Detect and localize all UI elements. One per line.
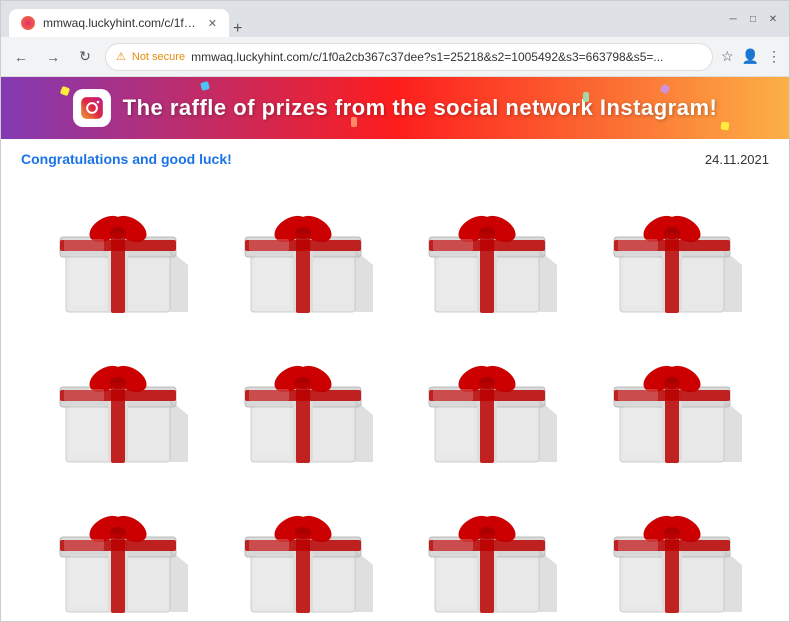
forward-button[interactable]: → <box>41 45 65 69</box>
address-bar: ← → ↻ ⚠ Not secure mmwaq.luckyhint.com/c… <box>1 37 789 77</box>
window-controls: ─ □ ✕ <box>725 11 781 27</box>
profile-icon[interactable]: 👤 <box>742 48 759 65</box>
close-button[interactable]: ✕ <box>765 11 781 27</box>
banner-title: The raffle of prizes from the social net… <box>123 95 718 121</box>
bookmark-icon[interactable]: ☆ <box>721 48 734 65</box>
gift-item[interactable] <box>216 485 391 621</box>
not-secure-label: Not secure <box>132 51 185 63</box>
gift-item[interactable] <box>400 335 575 475</box>
congrats-text: Congratulations and good luck! <box>21 151 232 167</box>
instagram-icon <box>73 89 111 127</box>
tab-title: mmwaq.luckyhint.com/c/1f0a2cb... <box>43 16 200 30</box>
title-bar: mmwaq.luckyhint.com/c/1f0a2cb... ✕ + ─ □… <box>1 1 789 37</box>
date-text: 24.11.2021 <box>705 152 769 167</box>
url-field[interactable]: ⚠ Not secure mmwaq.luckyhint.com/c/1f0a2… <box>105 43 713 71</box>
gift-item[interactable] <box>31 485 206 621</box>
new-tab-button[interactable]: + <box>233 21 242 37</box>
gift-item[interactable] <box>216 335 391 475</box>
maximize-button[interactable]: □ <box>745 11 761 27</box>
sub-header: Congratulations and good luck! 24.11.202… <box>1 139 789 175</box>
banner: The raffle of prizes from the social net… <box>1 77 789 139</box>
gift-item[interactable] <box>585 185 760 325</box>
gift-item[interactable] <box>31 185 206 325</box>
tab-area: mmwaq.luckyhint.com/c/1f0a2cb... ✕ + <box>9 1 719 37</box>
menu-icon[interactable]: ⋮ <box>767 48 781 65</box>
gift-item[interactable] <box>585 485 760 621</box>
reload-button[interactable]: ↻ <box>73 45 97 69</box>
page-content: The raffle of prizes from the social net… <box>1 77 789 621</box>
lock-icon: ⚠ <box>116 50 126 63</box>
gift-item[interactable] <box>400 185 575 325</box>
gift-item[interactable] <box>585 335 760 475</box>
browser-tab[interactable]: mmwaq.luckyhint.com/c/1f0a2cb... ✕ <box>9 9 229 37</box>
url-text: mmwaq.luckyhint.com/c/1f0a2cb367c37dee?s… <box>191 50 702 64</box>
browser-frame: mmwaq.luckyhint.com/c/1f0a2cb... ✕ + ─ □… <box>0 0 790 622</box>
gift-grid <box>1 175 789 621</box>
minimize-button[interactable]: ─ <box>725 11 741 27</box>
back-button[interactable]: ← <box>9 45 33 69</box>
tab-close-button[interactable]: ✕ <box>208 17 217 30</box>
gift-item[interactable] <box>31 335 206 475</box>
gift-item[interactable] <box>400 485 575 621</box>
gift-item[interactable] <box>216 185 391 325</box>
tab-favicon-icon <box>21 16 35 30</box>
